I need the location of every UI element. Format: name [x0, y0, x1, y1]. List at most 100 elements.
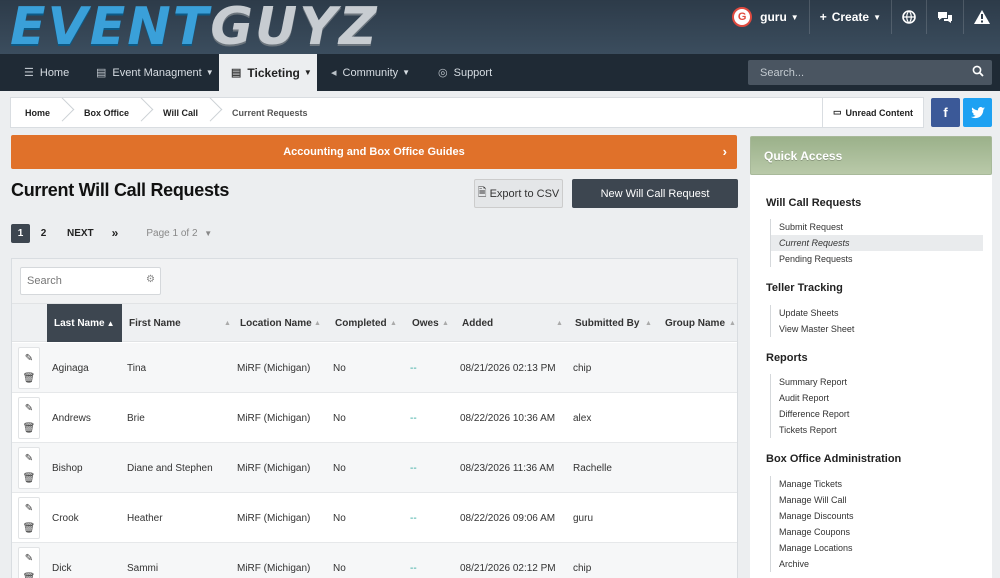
sidebar-item-difference-report[interactable]: Difference Report [771, 406, 983, 422]
cell-first-name: Brie [127, 412, 145, 424]
row-actions: ✎ 🗑 [18, 347, 40, 389]
nav-support[interactable]: ◎ Support [426, 54, 504, 91]
cell-owes: -- [410, 562, 417, 574]
page-2-button[interactable]: 2 [34, 224, 53, 243]
edit-pencil-icon[interactable]: ✎ [25, 403, 33, 414]
header-last-name[interactable]: Last Name ▲ [47, 304, 122, 342]
unread-label: Unread Content [845, 107, 914, 118]
sort-icon: ▲ [442, 319, 449, 327]
header-label: Owes [412, 317, 439, 329]
sidebar-item-pending-requests[interactable]: Pending Requests [771, 251, 983, 267]
trash-icon[interactable]: 🗑 [23, 423, 36, 434]
trash-icon[interactable]: 🗑 [23, 573, 36, 578]
sidebar-item-current-requests[interactable]: Current Requests [771, 235, 983, 251]
site-search-input[interactable]: Search... [748, 60, 992, 85]
create-label: Create [831, 10, 870, 24]
sidebar-item-submit-request[interactable]: Submit Request [771, 219, 983, 235]
section-title-will-call: Will Call Requests [766, 197, 862, 209]
twitter-share-button[interactable] [963, 98, 992, 127]
cell-first-name: Tina [127, 362, 147, 374]
page-jump-dropdown[interactable]: Page 1 of 2 ▼ [146, 228, 212, 239]
table-search-input[interactable]: Search ⚙ [20, 267, 161, 295]
sort-icon: ▲ [645, 319, 652, 327]
new-will-call-request-button[interactable]: New Will Call Request [572, 179, 738, 208]
trash-icon[interactable]: 🗑 [23, 473, 36, 484]
gear-icon[interactable]: ⚙ [146, 274, 155, 285]
table-row: ✎ 🗑 Andrews Brie MiRF (Michigan) No -- 08… [12, 393, 737, 443]
sidebar-item-manage-coupons[interactable]: Manage Coupons [771, 524, 983, 540]
edit-pencil-icon[interactable]: ✎ [25, 453, 33, 464]
cell-added: 08/22/2026 09:06 AM [460, 512, 556, 524]
list-icon: ☰ [24, 67, 34, 79]
header-submitted-by[interactable]: Submitted By ▲ [575, 304, 663, 342]
facebook-icon: f [943, 105, 948, 120]
sidebar-item-update-sheets[interactable]: Update Sheets [771, 305, 983, 321]
header-label: Location Name [240, 317, 312, 329]
file-csv-icon: 🗎 [477, 187, 487, 199]
nav-event-managment[interactable]: ▤ Event Managment ▼ [84, 54, 226, 91]
cell-owes: -- [410, 412, 417, 424]
cell-completed: No [333, 562, 346, 574]
sidebar-item-audit-report[interactable]: Audit Report [771, 390, 983, 406]
trash-icon[interactable]: 🗑 [23, 373, 36, 384]
messages-button[interactable] [926, 0, 963, 34]
edit-pencil-icon[interactable]: ✎ [25, 553, 33, 564]
chevron-down-icon: ▼ [873, 12, 881, 22]
sort-icon: ▲ [390, 319, 397, 327]
sidebar-item-view-master-sheet[interactable]: View Master Sheet [771, 321, 983, 337]
sidebar-item-tickets-report[interactable]: Tickets Report [771, 422, 983, 438]
cell-submitted-by: Rachelle [573, 462, 612, 474]
notifications-button[interactable] [963, 0, 1000, 34]
chevron-down-icon: ▼ [205, 68, 214, 77]
sidebar-item-summary-report[interactable]: Summary Report [771, 374, 983, 390]
pagination: 1 2 NEXT » Page 1 of 2 ▼ [11, 223, 212, 243]
cell-location: MiRF (Michigan) [237, 512, 311, 524]
globe-button[interactable] [891, 0, 926, 34]
cell-last-name: Aginaga [52, 362, 89, 374]
trash-icon[interactable]: 🗑 [23, 523, 36, 534]
sidebar-item-manage-locations[interactable]: Manage Locations [771, 540, 983, 556]
sidebar-item-manage-tickets[interactable]: Manage Tickets [771, 476, 983, 492]
next-page-button[interactable]: NEXT [67, 228, 94, 239]
cell-location: MiRF (Michigan) [237, 462, 311, 474]
header-group-name[interactable]: Group Name ▲ [665, 304, 737, 342]
create-menu[interactable]: + Create ▼ [808, 0, 891, 34]
header-owes[interactable]: Owes ▲ [412, 304, 457, 342]
header-added[interactable]: Added ▲ [462, 304, 566, 342]
page-1-button[interactable]: 1 [11, 223, 30, 243]
megaphone-icon: ◂ [331, 67, 337, 79]
chevron-down-icon: ▼ [790, 12, 799, 22]
header-label: Added [462, 317, 494, 329]
sidebar-item-manage-will-call[interactable]: Manage Will Call [771, 492, 983, 508]
breadcrumb-home[interactable]: Home [11, 98, 70, 127]
export-csv-button[interactable]: 🗎 Export to CSV [474, 179, 563, 208]
nav-ticketing[interactable]: ▤ Ticketing ▼ [219, 54, 317, 91]
header-location-name[interactable]: Location Name ▲ [240, 304, 325, 342]
row-actions: ✎ 🗑 [18, 397, 40, 439]
quick-access-title: Quick Access [764, 148, 843, 163]
edit-pencil-icon[interactable]: ✎ [25, 353, 33, 364]
sidebar-item-archive[interactable]: Archive [771, 556, 983, 572]
cell-added: 08/23/2026 11:36 AM [460, 462, 555, 474]
header-brand-bar: EVENT GUYZ G guru ▼ + Create ▼ [0, 0, 1000, 54]
header-first-name[interactable]: First Name ▲ [129, 304, 231, 342]
search-icon[interactable] [972, 65, 984, 77]
site-logo[interactable]: EVENT GUYZ [10, 1, 379, 53]
guides-banner[interactable]: Accounting and Box Office Guides › [11, 135, 737, 169]
sidebar-item-manage-discounts[interactable]: Manage Discounts [771, 508, 983, 524]
facebook-share-button[interactable]: f [931, 98, 960, 127]
last-page-button[interactable]: » [112, 226, 119, 240]
unread-content-link[interactable]: ▭ Unread Content [821, 98, 923, 127]
nav-home[interactable]: ☰ Home [12, 54, 81, 91]
row-actions: ✎ 🗑 [18, 447, 40, 489]
header-completed[interactable]: Completed ▲ [335, 304, 407, 342]
section-title-reports: Reports [766, 352, 808, 364]
breadcrumb-box-office[interactable]: Box Office [70, 98, 149, 127]
user-menu[interactable]: G guru ▼ [722, 0, 809, 34]
breadcrumb-will-call[interactable]: Will Call [149, 98, 218, 127]
main-nav: ☰ Home ▤ Event Managment ▼ ▤ Ticketing ▼… [0, 54, 1000, 91]
nav-community[interactable]: ◂ Community ▼ [319, 54, 422, 91]
cell-location: MiRF (Michigan) [237, 562, 311, 574]
new-label: New Will Call Request [600, 187, 710, 200]
edit-pencil-icon[interactable]: ✎ [25, 503, 33, 514]
